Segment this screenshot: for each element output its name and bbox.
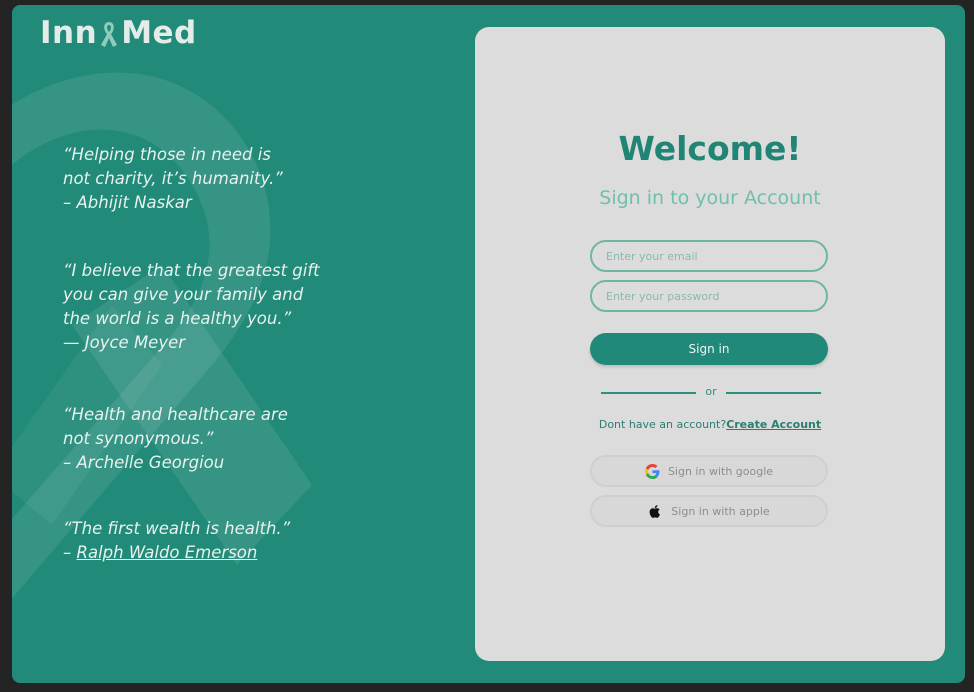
apple-signin-label: Sign in with apple	[671, 504, 770, 518]
welcome-title: Welcome!	[618, 129, 802, 168]
login-card: Welcome! Sign in to your Account Sign in…	[475, 27, 945, 661]
quote-3: “Health and healthcare are not synonymou…	[63, 379, 343, 499]
signin-button[interactable]: Sign in	[590, 333, 828, 365]
signin-subtitle: Sign in to your Account	[599, 187, 821, 209]
quote-text: “The first wealth is health.”	[63, 519, 291, 538]
google-signin-label: Sign in with google	[667, 464, 774, 478]
apple-icon	[649, 504, 661, 518]
logo-text-right: Med	[121, 15, 197, 51]
quote-author: – Archelle Georgiou	[63, 453, 225, 472]
ribbon-icon	[101, 22, 118, 47]
quote-author-link[interactable]: Ralph Waldo Emerson	[77, 543, 258, 562]
quote-1: “Helping those in need is not charity, i…	[63, 119, 343, 239]
google-signin-button[interactable]: Sign in with google	[590, 455, 828, 487]
create-account-link[interactable]: Create Account	[726, 418, 821, 431]
quote-2: “I believe that the greatest gift you ca…	[63, 235, 343, 379]
apple-signin-button[interactable]: Sign in with apple	[590, 495, 828, 527]
email-field[interactable]	[590, 240, 828, 272]
app-frame: Inn Med “Helping those in need is not ch…	[12, 5, 965, 683]
quote-author-prefix: –	[63, 543, 77, 562]
logo-text-left: Inn	[40, 15, 98, 51]
app-logo: Inn Med	[40, 15, 197, 51]
quote-text: “Helping those in need is not charity, i…	[63, 145, 283, 188]
or-divider: or	[601, 385, 821, 399]
quote-author: – Ralph Waldo Emerson	[63, 541, 343, 565]
create-account-row: Dont have an account?Create Account	[475, 418, 945, 431]
quote-author: — Joyce Meyer	[63, 333, 186, 352]
divider-line-right	[726, 392, 821, 394]
quote-text: “Health and healthcare are not synonymou…	[63, 405, 288, 448]
quote-4: “The first wealth is health.” – Ralph Wa…	[63, 493, 343, 589]
password-field[interactable]	[590, 280, 828, 312]
no-account-text: Dont have an account?	[598, 418, 727, 431]
quote-author: – Abhijit Naskar	[63, 193, 192, 212]
google-icon	[644, 463, 660, 479]
quote-text: “I believe that the greatest gift you ca…	[63, 261, 320, 328]
